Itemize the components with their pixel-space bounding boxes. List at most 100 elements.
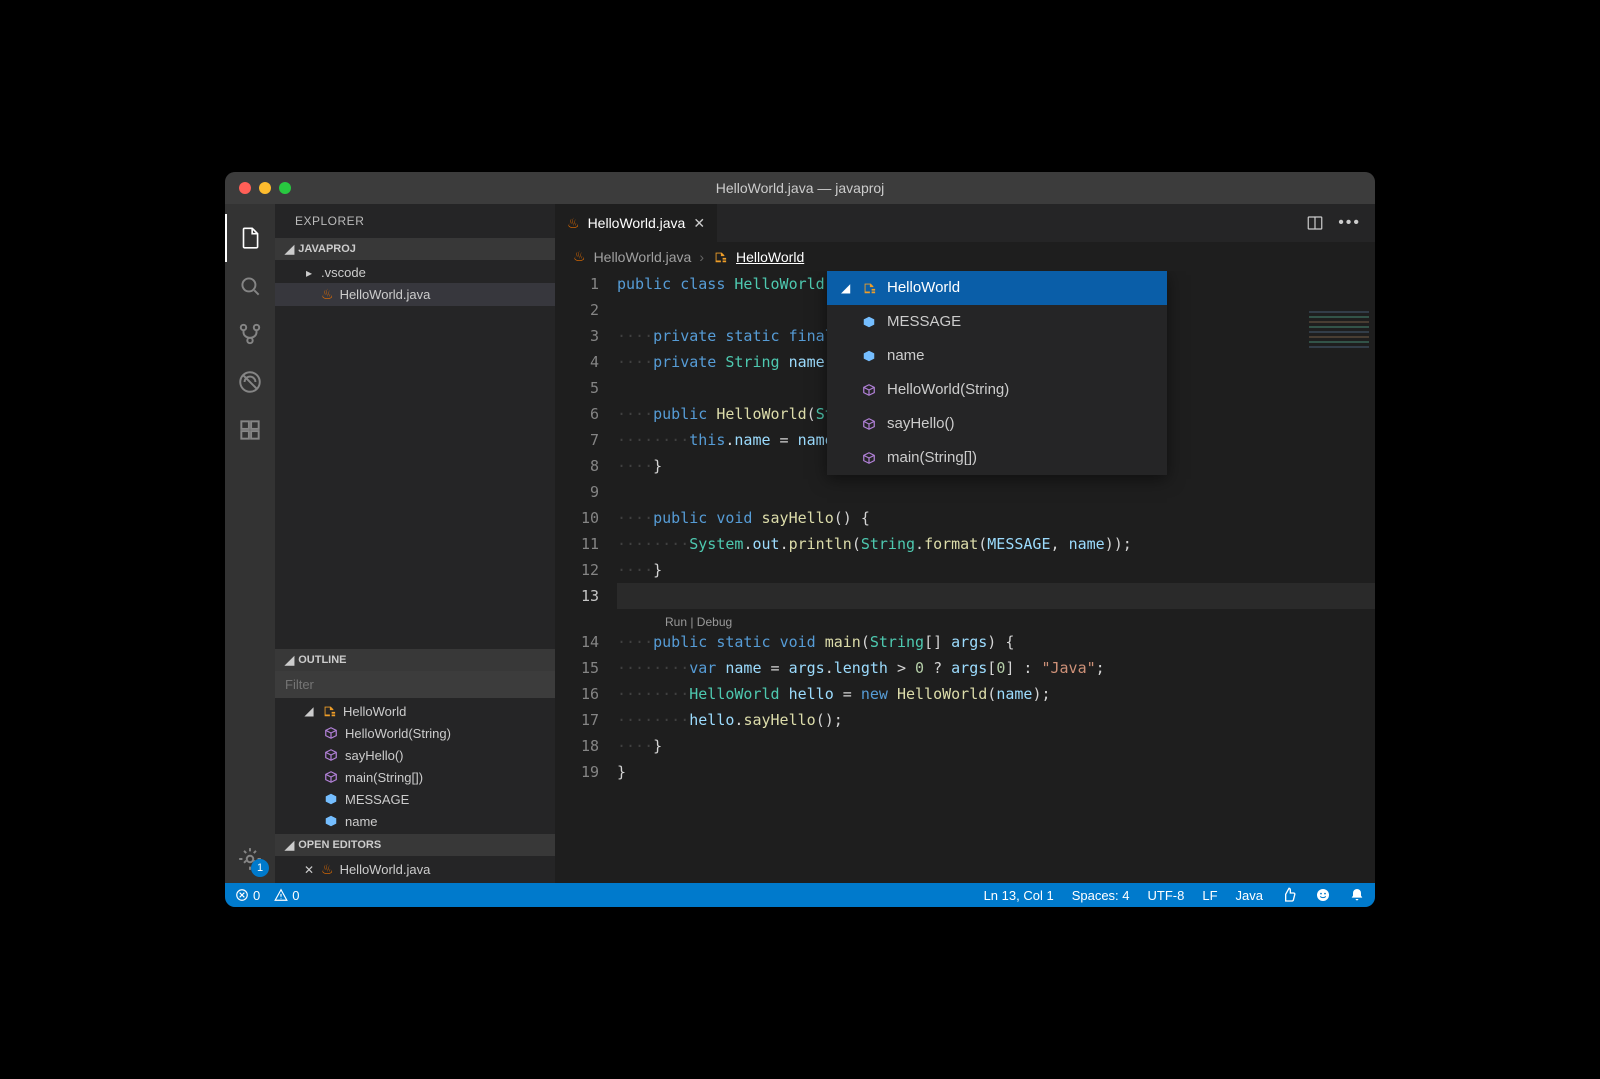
status-eol[interactable]: LF bbox=[1202, 888, 1217, 903]
codelens[interactable]: Run | Debug bbox=[617, 609, 1375, 629]
java-file-icon: ♨ bbox=[567, 215, 580, 232]
line-number: 5 bbox=[555, 375, 599, 401]
java-file-icon: ♨ bbox=[321, 861, 334, 878]
outline-item[interactable]: main(String[]) bbox=[275, 766, 555, 788]
method-icon bbox=[323, 725, 339, 741]
open-editors-section-header[interactable]: ◢ OPEN EDITORS bbox=[275, 834, 555, 856]
settings-activity-icon[interactable]: 1 bbox=[225, 835, 275, 883]
code-content[interactable]: ◢ HelloWorld MESSAGE nameHelloWorld(String)… bbox=[617, 271, 1375, 883]
tab-label: HelloWorld.java bbox=[588, 215, 686, 231]
window-title: HelloWorld.java — javaproj bbox=[225, 180, 1375, 196]
dropdown-item-label: main(String[]) bbox=[887, 445, 977, 471]
breadcrumb-file[interactable]: HelloWorld.java bbox=[594, 249, 692, 265]
outline-filter bbox=[275, 671, 555, 698]
line-number: 12 bbox=[555, 557, 599, 583]
method-icon bbox=[323, 747, 339, 763]
minimap[interactable] bbox=[1309, 311, 1369, 371]
status-language[interactable]: Java bbox=[1236, 888, 1263, 903]
status-indentation[interactable]: Spaces: 4 bbox=[1072, 888, 1130, 903]
extensions-activity-icon[interactable] bbox=[225, 406, 275, 454]
outline-item-class[interactable]: ◢ HelloWorld bbox=[275, 700, 555, 722]
java-file-icon: ♨ bbox=[573, 248, 586, 265]
project-section-label: JAVAPROJ bbox=[298, 243, 356, 255]
code-editor[interactable]: 12345678910111213141516171819 ◢HelloWorl… bbox=[555, 271, 1375, 883]
feedback-icon[interactable] bbox=[1315, 887, 1331, 903]
outline-item[interactable]: MESSAGE bbox=[275, 788, 555, 810]
dropdown-item-label: HelloWorld bbox=[887, 275, 960, 301]
breadcrumb-symbol-dropdown: ◢ HelloWorld MESSAGE nameHelloWorld(String)… bbox=[827, 271, 1167, 475]
close-tab-icon[interactable]: ✕ bbox=[693, 215, 705, 232]
dropdown-item[interactable]: MESSAGE bbox=[827, 305, 1167, 339]
code-line[interactable]: ········var name = args.length > 0 ? arg… bbox=[617, 655, 1375, 681]
tree-item-folder[interactable]: ▸ .vscode bbox=[275, 262, 555, 283]
maximize-window-button[interactable] bbox=[279, 182, 291, 194]
dropdown-item[interactable]: sayHello() bbox=[827, 407, 1167, 441]
project-section-header[interactable]: ◢ JAVAPROJ bbox=[275, 238, 555, 260]
chevron-down-icon: ◢ bbox=[285, 242, 294, 256]
notifications-icon[interactable] bbox=[1349, 887, 1365, 903]
chevron-down-icon: ◢ bbox=[285, 653, 294, 667]
editor-tab[interactable]: ♨ HelloWorld.java ✕ bbox=[555, 204, 718, 242]
dropdown-item[interactable]: ◢ HelloWorld bbox=[827, 271, 1167, 305]
status-warnings[interactable]: 0 bbox=[274, 888, 299, 903]
code-line[interactable]: ········System.out.println(String.format… bbox=[617, 531, 1375, 557]
status-cursor-position[interactable]: Ln 13, Col 1 bbox=[984, 888, 1054, 903]
breadcrumb-symbol[interactable]: HelloWorld bbox=[736, 249, 804, 265]
titlebar[interactable]: HelloWorld.java — javaproj bbox=[225, 172, 1375, 204]
settings-badge: 1 bbox=[251, 859, 269, 877]
close-window-button[interactable] bbox=[239, 182, 251, 194]
code-line[interactable]: ········HelloWorld hello = new HelloWorl… bbox=[617, 681, 1375, 707]
outline-item[interactable]: HelloWorld(String) bbox=[275, 722, 555, 744]
code-line[interactable]: ····} bbox=[617, 733, 1375, 759]
code-line[interactable]: ····public void sayHello() { bbox=[617, 505, 1375, 531]
vscode-window: HelloWorld.java — javaproj 1 bbox=[225, 172, 1375, 907]
code-line[interactable]: } bbox=[617, 759, 1375, 785]
outline-filter-input[interactable] bbox=[275, 671, 555, 698]
outline-section-header[interactable]: ◢ OUTLINE bbox=[275, 649, 555, 671]
open-editor-item[interactable]: ✕ ♨ HelloWorld.java bbox=[275, 858, 555, 881]
tree-item-file[interactable]: ♨ HelloWorld.java bbox=[275, 283, 555, 306]
method-icon bbox=[861, 416, 877, 432]
split-editor-icon[interactable] bbox=[1306, 214, 1324, 232]
debug-activity-icon[interactable] bbox=[225, 358, 275, 406]
outline-item-label: MESSAGE bbox=[345, 792, 409, 807]
code-line[interactable] bbox=[617, 583, 1375, 609]
outline-item[interactable]: sayHello() bbox=[275, 744, 555, 766]
outline-section-label: OUTLINE bbox=[298, 654, 346, 666]
thumbs-up-icon[interactable] bbox=[1281, 887, 1297, 903]
code-line[interactable]: ····} bbox=[617, 557, 1375, 583]
dropdown-item[interactable]: main(String[]) bbox=[827, 441, 1167, 475]
search-activity-icon[interactable] bbox=[225, 262, 275, 310]
chevron-down-icon: ◢ bbox=[841, 275, 850, 301]
status-encoding[interactable]: UTF-8 bbox=[1148, 888, 1185, 903]
more-actions-icon[interactable]: ••• bbox=[1338, 214, 1361, 232]
code-line[interactable]: ····public static void main(String[] arg… bbox=[617, 629, 1375, 655]
dropdown-item[interactable]: name bbox=[827, 339, 1167, 373]
tab-bar: ♨ HelloWorld.java ✕ ••• bbox=[555, 204, 1375, 242]
method-icon bbox=[323, 769, 339, 785]
method-icon bbox=[861, 382, 877, 398]
line-number: 9 bbox=[555, 479, 599, 505]
dropdown-item-label: MESSAGE bbox=[887, 309, 961, 335]
outline-item-label: HelloWorld bbox=[343, 704, 406, 719]
breadcrumb[interactable]: ♨ HelloWorld.java › HelloWorld bbox=[555, 242, 1375, 271]
open-editor-label: HelloWorld.java bbox=[340, 862, 431, 877]
status-errors[interactable]: 0 bbox=[235, 888, 260, 903]
outline-item[interactable]: name bbox=[275, 810, 555, 832]
dropdown-item-label: sayHello() bbox=[887, 411, 955, 437]
dropdown-item[interactable]: HelloWorld(String) bbox=[827, 373, 1167, 407]
close-icon[interactable]: ✕ bbox=[303, 863, 315, 877]
line-number: 11 bbox=[555, 531, 599, 557]
line-number: 4 bbox=[555, 349, 599, 375]
explorer-activity-icon[interactable] bbox=[225, 214, 275, 262]
minimize-window-button[interactable] bbox=[259, 182, 271, 194]
source-control-activity-icon[interactable] bbox=[225, 310, 275, 358]
code-line[interactable]: ········hello.sayHello(); bbox=[617, 707, 1375, 733]
open-editors-section-label: OPEN EDITORS bbox=[298, 839, 381, 851]
line-number: 13 bbox=[555, 583, 599, 609]
line-number: 2 bbox=[555, 297, 599, 323]
line-number: 8 bbox=[555, 453, 599, 479]
outline-item-label: HelloWorld(String) bbox=[345, 726, 451, 741]
line-number: 16 bbox=[555, 681, 599, 707]
code-line[interactable] bbox=[617, 479, 1375, 505]
